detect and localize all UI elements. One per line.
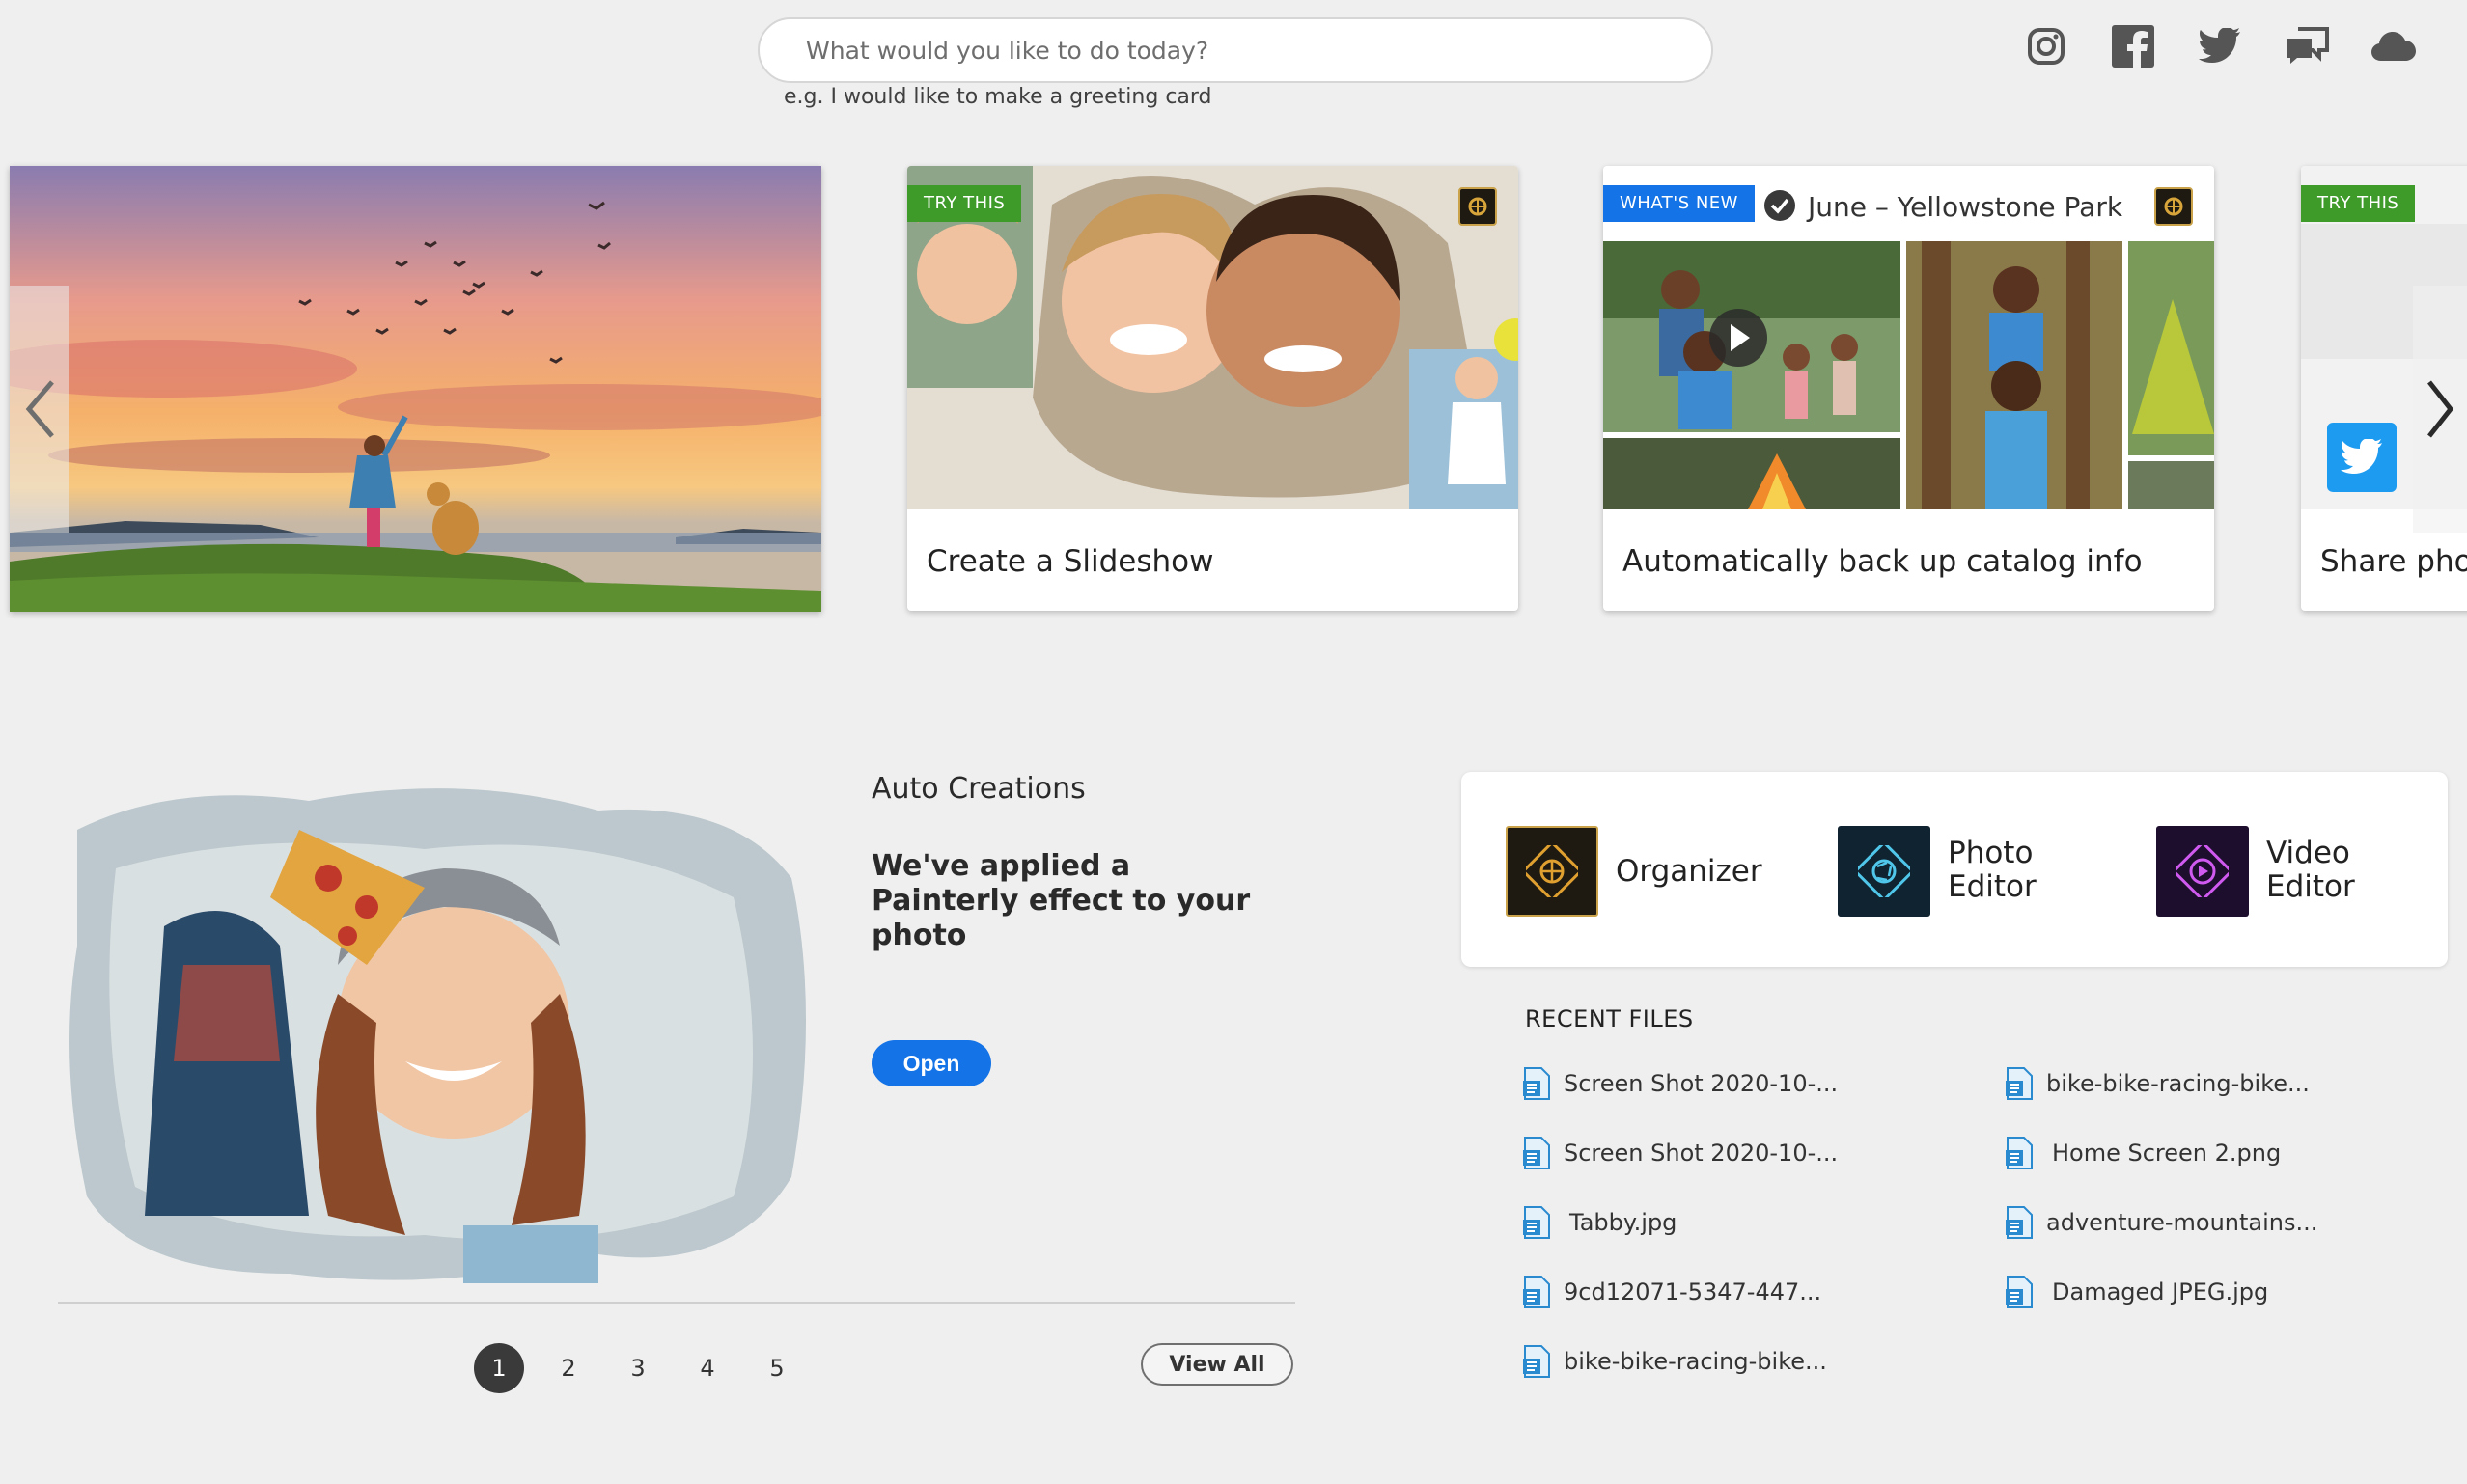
try-this-tag: TRY THIS bbox=[907, 185, 1022, 222]
instagram-icon[interactable] bbox=[2021, 21, 2071, 71]
recent-file[interactable]: adventure-mountains... bbox=[2006, 1206, 2317, 1239]
recent-file[interactable]: Damaged JPEG.jpg bbox=[2006, 1276, 2268, 1308]
view-all-button[interactable]: View All bbox=[1141, 1343, 1293, 1386]
video-editor-label[interactable]: Video Editor bbox=[2266, 837, 2382, 904]
file-name: adventure-mountains... bbox=[2046, 1209, 2318, 1236]
auto-creations-description: We've applied a Painterly effect to your… bbox=[872, 849, 1251, 952]
page-5-button[interactable]: 5 bbox=[752, 1343, 802, 1393]
organizer-logo-icon bbox=[1458, 187, 1497, 226]
recent-file[interactable]: Tabby.jpg bbox=[1523, 1206, 1677, 1239]
recent-file[interactable]: Screen Shot 2020-10-... bbox=[1523, 1067, 1838, 1100]
recent-file[interactable]: Screen Shot 2020-10-... bbox=[1523, 1137, 1838, 1169]
image-file-icon bbox=[1523, 1276, 1550, 1308]
image-file-icon bbox=[1523, 1067, 1550, 1100]
carousel-card-slideshow[interactable]: TRY THIS Create a Slideshow bbox=[907, 166, 1518, 611]
carousel-next-button[interactable] bbox=[2413, 286, 2467, 533]
image-file-icon bbox=[2006, 1137, 2033, 1169]
twitter-share-icon bbox=[2327, 423, 2397, 492]
divider bbox=[58, 1302, 1295, 1304]
organizer-label[interactable]: Organizer bbox=[1616, 855, 1762, 889]
cloud-icon[interactable] bbox=[2369, 21, 2419, 71]
file-name: Tabby.jpg bbox=[1569, 1209, 1677, 1236]
search-input[interactable] bbox=[804, 35, 1677, 66]
file-name: Home Screen 2.png bbox=[2052, 1140, 2282, 1167]
page-1-button[interactable]: 1 bbox=[474, 1343, 524, 1393]
image-file-icon bbox=[2006, 1206, 2033, 1239]
auto-creation-image[interactable] bbox=[58, 772, 811, 1293]
album-thumbnail bbox=[1603, 241, 2214, 509]
recent-file[interactable]: bike-bike-racing-bike... bbox=[1523, 1345, 1827, 1378]
search-bar[interactable] bbox=[758, 17, 1713, 83]
recent-file[interactable]: 9cd12071-5347-447... bbox=[1523, 1276, 1821, 1308]
organizer-logo-icon bbox=[2154, 187, 2193, 226]
page-2-button[interactable]: 2 bbox=[543, 1343, 594, 1393]
image-file-icon bbox=[2006, 1276, 2033, 1308]
card-title: Create a Slideshow bbox=[927, 544, 1214, 579]
auto-creations-label: Auto Creations bbox=[872, 772, 1086, 806]
twitter-icon[interactable] bbox=[2195, 21, 2245, 71]
feedback-icon[interactable] bbox=[2282, 21, 2332, 71]
file-name: Screen Shot 2020-10-... bbox=[1564, 1070, 1839, 1097]
image-file-icon bbox=[1523, 1345, 1550, 1378]
file-name: Damaged JPEG.jpg bbox=[2052, 1278, 2269, 1305]
carousel-prev-button[interactable] bbox=[10, 286, 69, 533]
recent-file[interactable]: Home Screen 2.png bbox=[2006, 1137, 2281, 1169]
photo-editor-label[interactable]: Photo Editor bbox=[1948, 837, 2064, 904]
image-file-icon bbox=[2006, 1067, 2033, 1100]
try-this-tag: TRY THIS bbox=[2301, 185, 2416, 222]
search-hint: e.g. I would like to make a greeting car… bbox=[784, 85, 1212, 109]
whats-new-tag: WHAT'S NEW bbox=[1603, 185, 1755, 222]
facebook-icon[interactable] bbox=[2108, 21, 2158, 71]
featured-image[interactable] bbox=[10, 166, 821, 612]
page-4-button[interactable]: 4 bbox=[682, 1343, 733, 1393]
card-title: Share phot bbox=[2320, 544, 2467, 579]
image-file-icon bbox=[1523, 1137, 1550, 1169]
album-name: June – Yellowstone Park bbox=[1808, 191, 2123, 223]
card-title: Automatically back up catalog info bbox=[1622, 544, 2143, 579]
page-3-button[interactable]: 3 bbox=[613, 1343, 663, 1393]
open-button[interactable]: Open bbox=[872, 1040, 991, 1086]
image-file-icon bbox=[1523, 1206, 1550, 1239]
recent-files-title: RECENT FILES bbox=[1525, 1005, 1694, 1032]
file-name: Screen Shot 2020-10-... bbox=[1564, 1140, 1839, 1167]
photo-editor-app-icon[interactable] bbox=[1838, 826, 1930, 917]
file-name: 9cd12071-5347-447... bbox=[1564, 1278, 1822, 1305]
check-icon bbox=[1763, 189, 1796, 226]
organizer-app-icon[interactable] bbox=[1506, 826, 1598, 917]
app-launcher-panel: Organizer Photo Editor Video Editor bbox=[1461, 772, 2448, 967]
file-name: bike-bike-racing-bike... bbox=[2046, 1070, 2310, 1097]
file-name: bike-bike-racing-bike... bbox=[1564, 1348, 1827, 1375]
video-editor-app-icon[interactable] bbox=[2156, 826, 2249, 917]
carousel-card-whats-new[interactable]: WHAT'S NEW June – Yellowstone Park Autom… bbox=[1603, 166, 2214, 611]
recent-file[interactable]: bike-bike-racing-bike... bbox=[2006, 1067, 2310, 1100]
